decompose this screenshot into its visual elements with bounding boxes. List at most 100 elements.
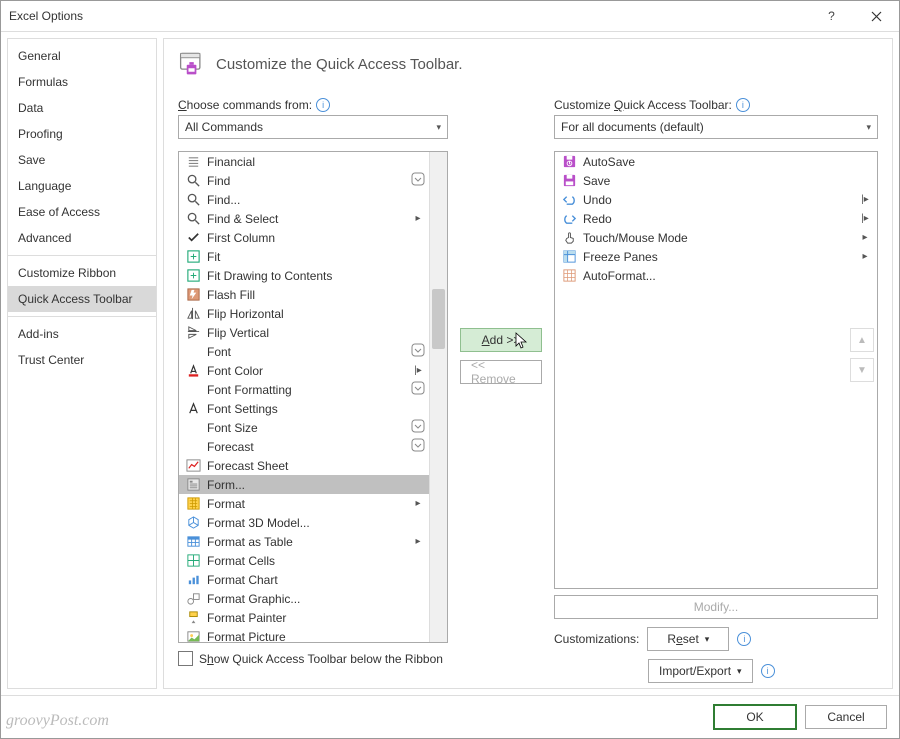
list-item[interactable]: Format Picture [179, 627, 430, 642]
list-item[interactable]: Flash Fill [179, 285, 430, 304]
info-icon[interactable]: i [737, 632, 751, 646]
chart-icon [185, 572, 201, 588]
submenu-indicator [410, 438, 426, 455]
submenu-indicator: |▸ [857, 194, 873, 205]
sidebar-item-formulas[interactable]: Formulas [8, 69, 156, 95]
current-qat-list[interactable]: AutoSaveSaveUndo|▸Redo|▸Touch/Mouse Mode… [554, 151, 878, 589]
list-item[interactable]: Freeze Panes▸ [555, 247, 877, 266]
search-icon [185, 173, 201, 189]
sidebar-item-save[interactable]: Save [8, 147, 156, 173]
painter-icon [185, 610, 201, 626]
list-item-label: Flip Horizontal [207, 307, 404, 321]
ok-button[interactable]: OK [713, 704, 797, 730]
list-item[interactable]: Redo|▸ [555, 209, 877, 228]
list-item[interactable]: First Column [179, 228, 430, 247]
reset-button[interactable]: Reset [647, 627, 729, 651]
help-button[interactable]: ? [809, 1, 854, 31]
list-item[interactable]: Font [179, 342, 430, 361]
sidebar-item-add-ins[interactable]: Add-ins [8, 321, 156, 347]
list-item[interactable]: Form... [179, 475, 430, 494]
list-item[interactable]: AutoFormat... [555, 266, 877, 285]
list-item[interactable]: Format Painter [179, 608, 430, 627]
submenu-indicator: |▸ [410, 365, 426, 376]
watermark: groovyPost.com [6, 712, 109, 739]
import-export-button[interactable]: Import/Export [648, 659, 753, 683]
submenu-indicator: |▸ [857, 213, 873, 224]
show-below-ribbon-checkbox[interactable]: Show Quick Access Toolbar below the Ribb… [178, 651, 448, 666]
customize-qat-combo[interactable]: For all documents (default) ▾ [554, 115, 878, 139]
sidebar-item-customize-ribbon[interactable]: Customize Ribbon [8, 260, 156, 286]
list-item-label: Forecast Sheet [207, 459, 404, 473]
move-down-button[interactable]: ▼ [850, 358, 874, 382]
list-item[interactable]: Flip Horizontal [179, 304, 430, 323]
list-item[interactable]: Format 3D Model... [179, 513, 430, 532]
touch-icon [561, 230, 577, 246]
list-item[interactable]: Format▸ [179, 494, 430, 513]
sidebar-item-advanced[interactable]: Advanced [8, 225, 156, 251]
list-item-label: Format Picture [207, 630, 404, 643]
list-item[interactable]: Forecast [179, 437, 430, 456]
flipv-icon [185, 325, 201, 341]
format-icon [185, 496, 201, 512]
list-item[interactable]: Save [555, 171, 877, 190]
info-icon[interactable]: i [316, 98, 330, 112]
blank-icon [185, 420, 201, 436]
info-icon[interactable]: i [736, 98, 750, 112]
submenu-indicator: ▸ [857, 232, 873, 243]
fontA-icon [185, 401, 201, 417]
scrollbar[interactable] [429, 152, 447, 642]
list-item[interactable]: Financial [179, 152, 430, 171]
sidebar-item-proofing[interactable]: Proofing [8, 121, 156, 147]
sidebar-item-language[interactable]: Language [8, 173, 156, 199]
list-item[interactable]: Format Chart [179, 570, 430, 589]
sidebar-item-quick-access-toolbar[interactable]: Quick Access Toolbar [8, 286, 156, 312]
customize-qat-label: Customize Quick Access Toolbar:i [554, 98, 878, 112]
list-item-label: Font Color [207, 364, 404, 378]
list-item[interactable]: Font Formatting [179, 380, 430, 399]
list-item[interactable]: Fit [179, 247, 430, 266]
list-item[interactable]: Flip Vertical [179, 323, 430, 342]
customizations-label: Customizations: [554, 632, 639, 646]
move-up-button[interactable]: ▲ [850, 328, 874, 352]
list-item[interactable]: Format Graphic... [179, 589, 430, 608]
save-icon [561, 173, 577, 189]
submenu-indicator: ▸ [410, 498, 426, 509]
list-item[interactable]: Find [179, 171, 430, 190]
blank-icon [185, 382, 201, 398]
scrollbar-thumb[interactable] [432, 289, 445, 349]
list-item[interactable]: Font Color |▸ [179, 361, 430, 380]
sidebar-item-ease-of-access[interactable]: Ease of Access [8, 199, 156, 225]
titlebar: Excel Options ? [1, 1, 899, 32]
list-item[interactable]: Font Size [179, 418, 430, 437]
close-icon [871, 11, 882, 22]
list-item-label: Format Graphic... [207, 592, 404, 606]
modify-button[interactable]: Modify... [554, 595, 878, 619]
choose-commands-combo[interactable]: All Commands ▾ [178, 115, 448, 139]
list-item[interactable]: Undo|▸ [555, 190, 877, 209]
list-item-label: Format Painter [207, 611, 404, 625]
list-item[interactable]: Forecast Sheet [179, 456, 430, 475]
close-button[interactable] [854, 1, 899, 31]
available-commands-list[interactable]: FinancialFindFind...Find & Select▸First … [178, 151, 448, 643]
list-item[interactable]: Touch/Mouse Mode▸ [555, 228, 877, 247]
info-icon[interactable]: i [761, 664, 775, 678]
cancel-button[interactable]: Cancel [805, 705, 887, 729]
list-item[interactable]: Format as Table▸ [179, 532, 430, 551]
check-icon [185, 230, 201, 246]
sidebar-item-data[interactable]: Data [8, 95, 156, 121]
search-icon [185, 192, 201, 208]
sidebar-item-trust-center[interactable]: Trust Center [8, 347, 156, 373]
list-item[interactable]: Find... [179, 190, 430, 209]
list-item[interactable]: AutoSave [555, 152, 877, 171]
list-item[interactable]: Find & Select▸ [179, 209, 430, 228]
add-button[interactable]: Add >> [460, 328, 542, 352]
remove-button[interactable]: << Remove [460, 360, 542, 384]
list-item[interactable]: Format Cells [179, 551, 430, 570]
category-sidebar: GeneralFormulasDataProofingSaveLanguageE… [7, 38, 157, 689]
undo-icon [561, 192, 577, 208]
submenu-indicator: ▸ [410, 213, 426, 224]
list-item[interactable]: Fit Drawing to Contents [179, 266, 430, 285]
list-item[interactable]: Font Settings [179, 399, 430, 418]
sidebar-item-general[interactable]: General [8, 43, 156, 69]
qat-icon [178, 49, 206, 80]
